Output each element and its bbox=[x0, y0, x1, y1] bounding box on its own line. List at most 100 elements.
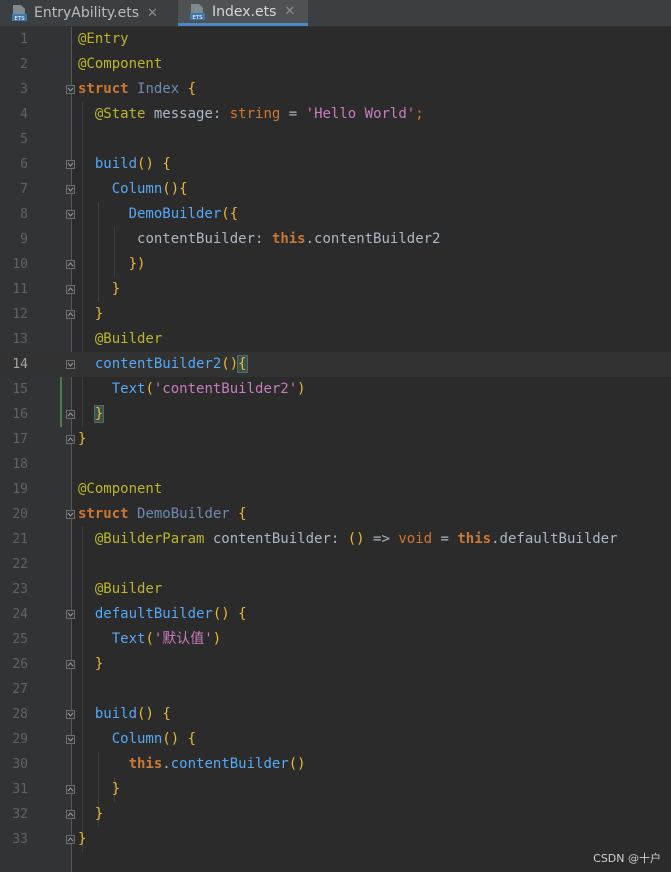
fold-end-icon[interactable] bbox=[66, 310, 75, 319]
line-code: } bbox=[78, 777, 120, 802]
token-brace: { bbox=[238, 506, 247, 522]
line-code: } bbox=[78, 302, 103, 327]
code-line: 20 struct DemoBuilder { bbox=[0, 502, 671, 527]
token-string: 'contentBuilder2' bbox=[153, 381, 298, 397]
close-icon[interactable]: ✕ bbox=[147, 6, 158, 21]
token-function: contentBuilder bbox=[170, 756, 289, 772]
tab-index[interactable]: ETS Index.ets ✕ bbox=[178, 0, 308, 26]
fold-toggle-icon[interactable] bbox=[66, 85, 75, 94]
line-number: 31 bbox=[12, 782, 28, 797]
fold-end-icon[interactable] bbox=[66, 285, 75, 294]
fold-toggle-icon[interactable] bbox=[66, 360, 75, 369]
fold-toggle-icon[interactable] bbox=[66, 610, 75, 619]
token-this: this bbox=[271, 231, 306, 247]
line-number: 26 bbox=[12, 657, 28, 672]
tab-label: Index.ets bbox=[212, 3, 277, 20]
token-brace: { bbox=[179, 181, 188, 197]
token-function: DemoBuilder bbox=[128, 206, 222, 222]
tab-entryability[interactable]: ETS EntryAbility.ets ✕ bbox=[0, 0, 176, 26]
fold-toggle-icon[interactable] bbox=[66, 185, 75, 194]
fold-end-icon[interactable] bbox=[66, 835, 75, 844]
token-function: Column bbox=[111, 731, 163, 747]
fold-end-icon[interactable] bbox=[66, 660, 75, 669]
line-code: @State message: string = 'Hello World'; bbox=[78, 102, 424, 127]
line-number: 15 bbox=[12, 382, 28, 397]
fold-end-icon[interactable] bbox=[66, 785, 75, 794]
line-number: 21 bbox=[12, 532, 28, 547]
line-number: 8 bbox=[20, 207, 28, 222]
code-editor[interactable]: 1 @Entry 2 @Component 3 struct Index { 4… bbox=[0, 27, 671, 872]
line-number: 23 bbox=[12, 582, 28, 597]
line-code: Text('默认值') bbox=[78, 627, 221, 652]
svg-text:ETS: ETS bbox=[14, 16, 25, 22]
code-line: 2 @Component bbox=[0, 52, 671, 77]
line-code: struct DemoBuilder { bbox=[78, 502, 247, 527]
line-code: Column(){ bbox=[78, 177, 188, 202]
token-paren: ) bbox=[212, 631, 222, 647]
code-line-current: 14 contentBuilder2(){ bbox=[0, 352, 671, 377]
token-paren: () bbox=[347, 531, 365, 547]
fold-end-icon[interactable] bbox=[66, 435, 75, 444]
line-number: 9 bbox=[20, 232, 28, 247]
fold-end-icon[interactable] bbox=[66, 260, 75, 269]
fold-toggle-icon[interactable] bbox=[66, 710, 75, 719]
token-paren: ( bbox=[145, 381, 154, 397]
token-type: string bbox=[229, 106, 281, 122]
line-number: 33 bbox=[12, 832, 28, 847]
line-number: 11 bbox=[12, 282, 28, 297]
token-brace: { bbox=[162, 706, 171, 722]
code-line: 13 @Builder bbox=[0, 327, 671, 352]
code-line: 10 }) bbox=[0, 252, 671, 277]
token-brace: { bbox=[162, 156, 171, 172]
code-line: 25 Text('默认值') bbox=[0, 627, 671, 652]
token-annotation: @Builder bbox=[94, 581, 163, 597]
fold-toggle-icon[interactable] bbox=[66, 735, 75, 744]
line-code: DemoBuilder({ bbox=[78, 202, 239, 227]
line-number: 22 bbox=[12, 557, 28, 572]
line-number: 32 bbox=[12, 807, 28, 822]
token-brace: } bbox=[78, 831, 87, 847]
fold-toggle-icon[interactable] bbox=[66, 160, 75, 169]
line-number: 24 bbox=[12, 607, 28, 622]
line-code: @BuilderParam contentBuilder: () => void… bbox=[78, 527, 618, 552]
token-this: this bbox=[128, 756, 163, 772]
token-property: defaultBuilder bbox=[499, 531, 618, 547]
code-line: 7 Column(){ bbox=[0, 177, 671, 202]
line-code: @Builder bbox=[78, 577, 162, 602]
token-function: contentBuilder2 bbox=[94, 356, 222, 372]
token-annotation: @Builder bbox=[94, 331, 163, 347]
code-line: 3 struct Index { bbox=[0, 77, 671, 102]
token-identifier: contentBuilder: bbox=[137, 231, 264, 247]
line-number: 20 bbox=[12, 507, 28, 522]
token-paren: ) bbox=[297, 381, 306, 397]
close-icon[interactable]: ✕ bbox=[284, 4, 295, 19]
code-line: 27 bbox=[0, 677, 671, 702]
line-number: 25 bbox=[12, 632, 28, 647]
line-number: 18 bbox=[12, 457, 28, 472]
line-code: } bbox=[78, 827, 86, 852]
code-line: 18 bbox=[0, 452, 671, 477]
code-line: 29 Column() { bbox=[0, 727, 671, 752]
token-dot: . bbox=[305, 231, 315, 247]
line-number: 3 bbox=[20, 82, 28, 97]
code-line: 30 this.contentBuilder() bbox=[0, 752, 671, 777]
token-brace: { bbox=[238, 606, 247, 622]
line-code: struct Index { bbox=[78, 77, 196, 102]
line-code: contentBuilder2(){ bbox=[78, 352, 248, 377]
line-code: } bbox=[78, 402, 105, 427]
token-paren: () bbox=[212, 606, 230, 622]
line-number: 28 bbox=[12, 707, 28, 722]
token-type-name: DemoBuilder bbox=[137, 506, 230, 522]
fold-end-icon[interactable] bbox=[66, 410, 75, 419]
token-string: '默认值' bbox=[153, 631, 213, 647]
token-paren: ({ bbox=[221, 206, 239, 222]
code-line: 5 bbox=[0, 127, 671, 152]
line-number: 2 bbox=[20, 57, 28, 72]
token-operator: = bbox=[440, 531, 449, 547]
line-code: defaultBuilder() { bbox=[78, 602, 247, 627]
code-line: 28 build() { bbox=[0, 702, 671, 727]
fold-toggle-icon[interactable] bbox=[66, 510, 75, 519]
fold-end-icon[interactable] bbox=[66, 810, 75, 819]
fold-toggle-icon[interactable] bbox=[66, 210, 75, 219]
line-number: 4 bbox=[20, 107, 28, 122]
